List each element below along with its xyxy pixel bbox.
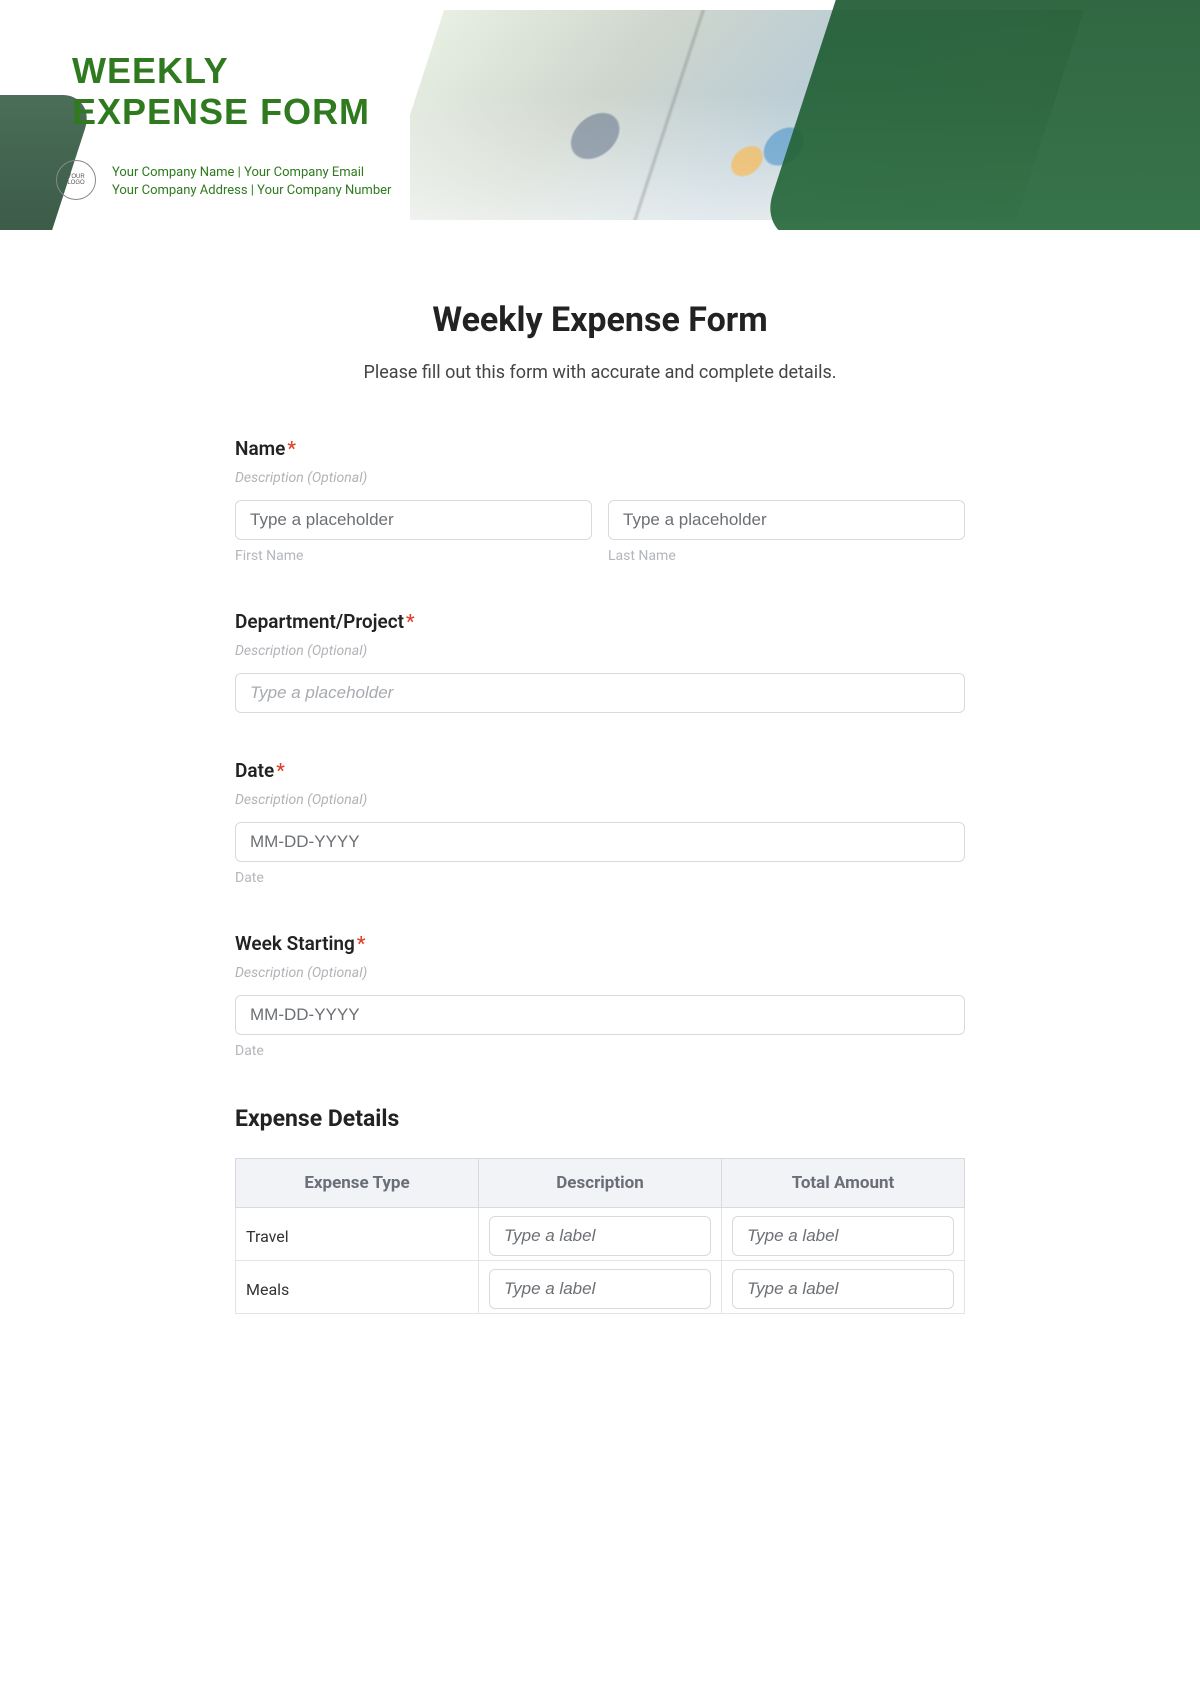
cell-description-input[interactable] bbox=[489, 1269, 711, 1309]
week-starting-label: Week Starting* bbox=[235, 932, 965, 955]
template-title: WEEKLY EXPENSE FORM bbox=[72, 50, 370, 133]
title-line-1: WEEKLY bbox=[72, 50, 229, 91]
last-name-sublabel: Last Name bbox=[608, 548, 965, 564]
table-row: Travel bbox=[236, 1208, 965, 1261]
department-input[interactable] bbox=[235, 673, 965, 713]
field-date: Date* Description (Optional) Date bbox=[235, 759, 965, 886]
name-label-text: Name bbox=[235, 437, 285, 460]
required-asterisk: * bbox=[406, 610, 415, 633]
logo-placeholder: YOUR LOGO bbox=[56, 160, 96, 200]
title-line-2: EXPENSE FORM bbox=[72, 91, 370, 132]
template-header: WEEKLY EXPENSE FORM YOUR LOGO Your Compa… bbox=[0, 0, 1200, 230]
field-week-starting: Week Starting* Description (Optional) Da… bbox=[235, 932, 965, 1059]
decorative-shape-right bbox=[758, 0, 1200, 230]
company-line-1: Your Company Name | Your Company Email bbox=[112, 164, 391, 182]
company-line-2: Your Company Address | Your Company Numb… bbox=[112, 182, 391, 200]
week-starting-description: Description (Optional) bbox=[235, 965, 965, 981]
date-description: Description (Optional) bbox=[235, 792, 965, 808]
name-label: Name* bbox=[235, 437, 965, 460]
date-input[interactable] bbox=[235, 822, 965, 862]
table-row: Meals bbox=[236, 1261, 965, 1314]
date-sublabel: Date bbox=[235, 870, 965, 886]
date-label-text: Date bbox=[235, 759, 274, 782]
form-container: Weekly Expense Form Please fill out this… bbox=[235, 300, 965, 1314]
form-title: Weekly Expense Form bbox=[235, 300, 965, 340]
th-expense-type: Expense Type bbox=[236, 1159, 479, 1208]
department-label-text: Department/Project bbox=[235, 610, 404, 633]
th-total-amount: Total Amount bbox=[722, 1159, 965, 1208]
expense-details-title: Expense Details bbox=[235, 1105, 965, 1132]
first-name-sublabel: First Name bbox=[235, 548, 592, 564]
company-info: Your Company Name | Your Company Email Y… bbox=[112, 164, 391, 200]
week-starting-input[interactable] bbox=[235, 995, 965, 1035]
week-starting-sublabel: Date bbox=[235, 1043, 965, 1059]
department-label: Department/Project* bbox=[235, 610, 965, 633]
th-description: Description bbox=[479, 1159, 722, 1208]
cell-amount-input[interactable] bbox=[732, 1216, 954, 1256]
expense-table: Expense Type Description Total Amount Tr… bbox=[235, 1158, 965, 1314]
cell-expense-type: Meals bbox=[246, 1280, 289, 1299]
logo-text: YOUR LOGO bbox=[67, 174, 84, 186]
first-name-input[interactable] bbox=[235, 500, 592, 540]
cell-description-input[interactable] bbox=[489, 1216, 711, 1256]
required-asterisk: * bbox=[276, 759, 285, 782]
week-starting-label-text: Week Starting bbox=[235, 932, 355, 955]
name-description: Description (Optional) bbox=[235, 470, 965, 486]
cell-amount-input[interactable] bbox=[732, 1269, 954, 1309]
date-label: Date* bbox=[235, 759, 965, 782]
last-name-input[interactable] bbox=[608, 500, 965, 540]
required-asterisk: * bbox=[287, 437, 296, 460]
required-asterisk: * bbox=[357, 932, 366, 955]
department-description: Description (Optional) bbox=[235, 643, 965, 659]
form-subtitle: Please fill out this form with accurate … bbox=[235, 362, 965, 383]
field-name: Name* Description (Optional) First Name … bbox=[235, 437, 965, 564]
field-department: Department/Project* Description (Optiona… bbox=[235, 610, 965, 713]
cell-expense-type: Travel bbox=[246, 1227, 289, 1246]
hero-image-area bbox=[410, 0, 1200, 230]
